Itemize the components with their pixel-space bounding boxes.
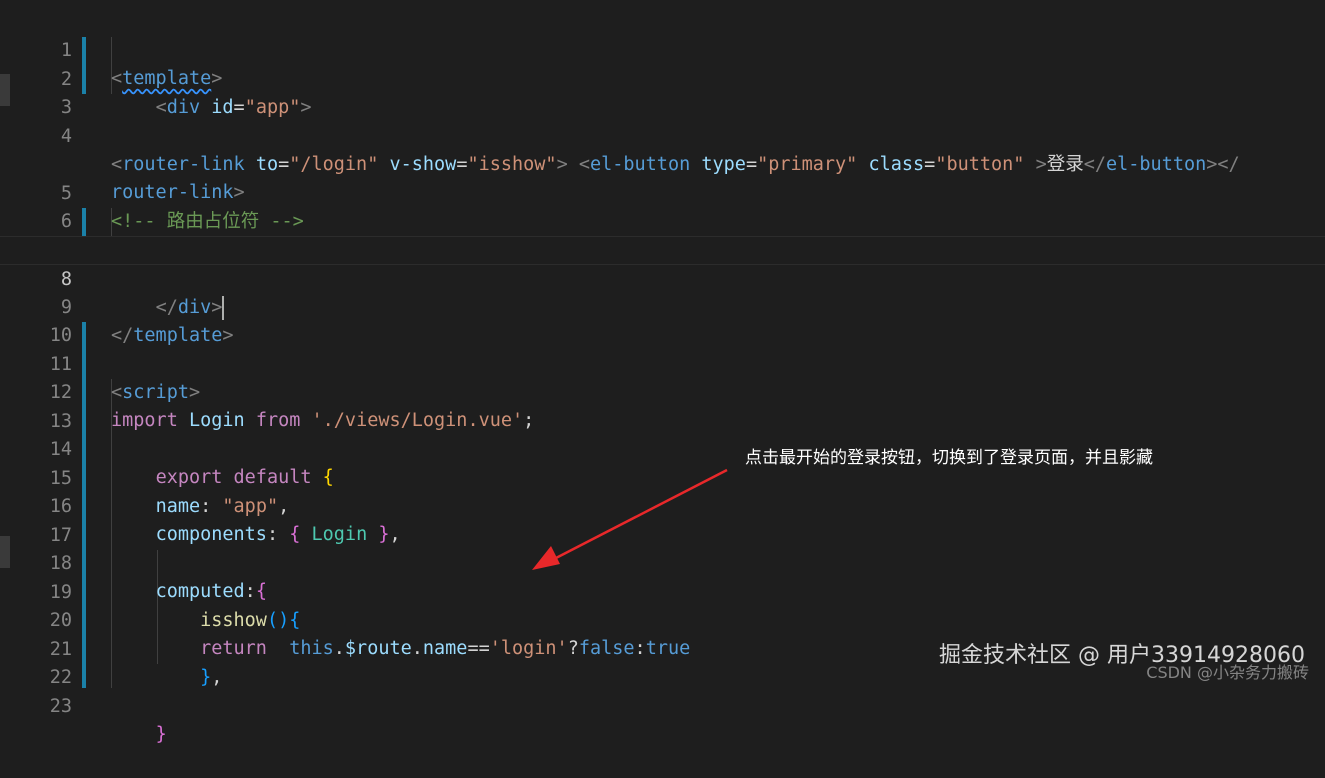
code-text: } [155,724,167,745]
annotation-arrow [532,468,728,570]
arrow-shaft [555,468,728,560]
annotation-text: 点击最开始的登录按钮，切换到了登录页面，并且影藏 [745,448,1153,468]
arrow-head [532,546,560,570]
watermark-csdn: CSDN @小杂务力搬砖 [1146,663,1309,682]
line-number: 23 [49,695,72,717]
code-editor[interactable]: 1 <template> 2 <div id="app"> 3 4 <route… [0,0,1325,745]
